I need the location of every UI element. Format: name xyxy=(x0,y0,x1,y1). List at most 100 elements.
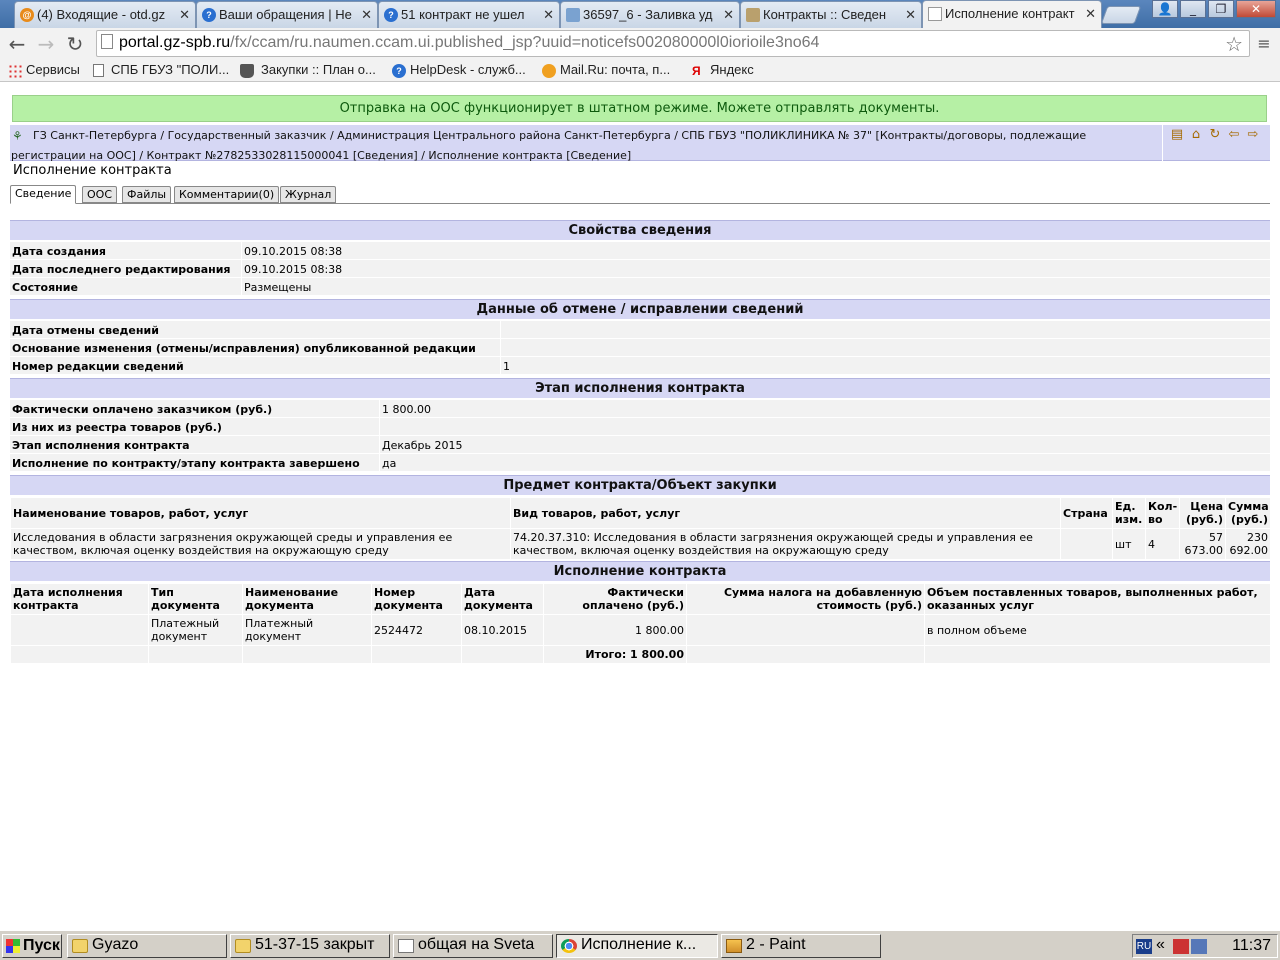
breadcrumb[interactable]: ГЗ Санкт-Петербурга / Государственный за… xyxy=(11,126,1161,166)
browser-tab[interactable]: ? Ваши обращения | Не ✕ xyxy=(196,1,378,28)
minimize-button[interactable]: _ xyxy=(1180,0,1206,18)
tab-title: 51 контракт не ушел xyxy=(401,7,525,22)
start-button[interactable]: Пуск xyxy=(2,934,62,958)
taskbar-item[interactable]: Gyazo xyxy=(67,934,227,958)
close-icon[interactable]: ✕ xyxy=(361,7,372,23)
divider xyxy=(241,260,242,278)
tab-info[interactable]: Сведение xyxy=(10,185,77,204)
network-icon[interactable] xyxy=(1191,939,1207,954)
column-header: Тип документа xyxy=(148,583,243,615)
tab-oos[interactable]: ООС xyxy=(82,186,117,203)
notepad-icon xyxy=(398,939,414,953)
bookmark-item[interactable]: Я Яндекс xyxy=(692,62,754,80)
browser-tab-active[interactable]: Исполнение контракт ✕ xyxy=(922,0,1102,28)
bookmark-item[interactable]: ? HelpDesk - служб... xyxy=(392,62,526,80)
table-total: Итого: 1 800.00 xyxy=(543,645,687,664)
home-icon[interactable]: ⌂ xyxy=(1188,127,1204,143)
table-cell: 74.20.37.310: Исследования в области заг… xyxy=(510,528,1061,560)
table-header-row: Наименование товаров, работ, услуг Вид т… xyxy=(10,497,1271,529)
divider xyxy=(241,242,242,260)
browser-tab[interactable]: Контракты :: Сведен ✕ xyxy=(740,1,922,28)
close-icon[interactable]: ✕ xyxy=(543,7,554,23)
table-cell xyxy=(242,645,372,664)
browser-tab[interactable]: 36597_6 - Заливка уд ✕ xyxy=(560,1,740,28)
tab-files[interactable]: Файлы xyxy=(122,186,172,203)
close-icon[interactable]: ✕ xyxy=(723,7,734,23)
folder-icon[interactable]: ▤ xyxy=(1169,127,1185,143)
chrome-icon xyxy=(561,939,577,953)
language-indicator[interactable]: RU xyxy=(1136,939,1152,954)
tab-title: Контракты :: Сведен xyxy=(763,7,887,22)
content-tabs: Сведение ООС Файлы Комментарии(0) Журнал xyxy=(10,184,1270,204)
column-header: Ед. изм. xyxy=(1112,497,1146,529)
bookmark-star-icon[interactable]: ☆ xyxy=(1225,32,1243,56)
arrow-left-icon[interactable]: ⇦ xyxy=(1226,127,1242,143)
taskbar-item[interactable]: 2 - Paint xyxy=(721,934,881,958)
start-label: Пуск xyxy=(23,937,60,954)
field-row: Фактически оплачено заказчиком (руб.) 1 … xyxy=(10,400,1270,418)
column-header: Кол-во xyxy=(1145,497,1180,529)
bookmark-item[interactable]: Закупки :: План о... xyxy=(240,62,376,80)
address-bar[interactable]: portal.gz-spb.ru/fx/ccam/ru.naumen.ccam.… xyxy=(96,30,1250,57)
table-cell: Исследования в области загрязнения окруж… xyxy=(10,528,511,560)
close-icon[interactable]: ✕ xyxy=(179,7,190,23)
field-label: Основание изменения (отмены/исправления)… xyxy=(12,342,476,355)
tab-journal[interactable]: Журнал xyxy=(280,186,337,203)
bookmark-item[interactable]: Mail.Ru: почта, п... xyxy=(542,62,670,80)
browser-toolbar: ← → ↻ portal.gz-spb.ru/fx/ccam/ru.naumen… xyxy=(0,28,1280,60)
taskbar-label: 51-37-15 закрыт xyxy=(255,936,375,953)
back-button[interactable]: ← xyxy=(4,31,30,57)
maximize-button[interactable]: ❐ xyxy=(1208,0,1234,18)
close-icon[interactable]: ✕ xyxy=(905,7,916,23)
field-label: Дата последнего редактирования xyxy=(12,263,231,276)
field-row: Из них из реестра товаров (руб.) xyxy=(10,418,1270,436)
column-header: Сумма налога на добавленную стоимость (р… xyxy=(686,583,925,615)
bookmark-item[interactable]: СПБ ГБУЗ "ПОЛИ... xyxy=(93,62,229,80)
column-header: Наименование товаров, работ, услуг xyxy=(10,497,511,529)
user-icon[interactable]: 👤 xyxy=(1152,0,1178,18)
helpdesk-icon: ? xyxy=(384,8,398,22)
arrow-right-icon[interactable]: ⇨ xyxy=(1245,127,1261,143)
menu-icon[interactable]: ≡ xyxy=(1254,34,1274,53)
new-tab-button[interactable] xyxy=(1100,6,1142,24)
table-cell: Платежный документ xyxy=(242,614,372,646)
refresh-icon[interactable]: ↻ xyxy=(1207,127,1223,143)
reload-button[interactable]: ↻ xyxy=(62,31,88,57)
yandex-icon: Я xyxy=(692,64,701,78)
tab-title: Ваши обращения | Не xyxy=(219,7,352,22)
taskbar-item-active[interactable]: Исполнение к... xyxy=(556,934,718,958)
browser-tab[interactable]: @ (4) Входящие - otd.gz ✕ xyxy=(14,1,196,28)
close-icon[interactable]: ✕ xyxy=(1085,6,1096,22)
folder-icon xyxy=(72,939,88,953)
browser-tab[interactable]: ? 51 контракт не ушел ✕ xyxy=(378,1,560,28)
bookmark-item[interactable]: Сервисы xyxy=(8,62,80,80)
forward-button[interactable]: → xyxy=(33,31,59,57)
paint-icon xyxy=(726,939,742,953)
table-cell: Платежный документ xyxy=(148,614,243,646)
status-notice: Отправка на ООС функционирует в штатном … xyxy=(12,95,1267,122)
divider xyxy=(241,278,242,296)
url-path: /fx/ccam/ru.naumen.ccam.ui.published_jsp… xyxy=(230,34,820,51)
tool-icon xyxy=(746,8,760,22)
windows-logo-icon xyxy=(6,939,20,953)
field-label: Состояние xyxy=(12,281,78,294)
tab-comments[interactable]: Комментарии(0) xyxy=(174,186,280,203)
table-cell xyxy=(686,614,925,646)
divider xyxy=(379,418,380,436)
bookmark-label: СПБ ГБУЗ "ПОЛИ... xyxy=(111,62,230,77)
antivirus-icon[interactable] xyxy=(1173,939,1189,954)
taskbar-item[interactable]: 51-37-15 закрыт xyxy=(230,934,390,958)
taskbar-item[interactable]: общая на Sveta xyxy=(393,934,553,958)
taskbar-label: Исполнение к... xyxy=(581,936,697,953)
table-cell: 4 xyxy=(1145,528,1180,560)
section-heading: Предмет контракта/Объект закупки xyxy=(10,475,1270,495)
tray-expand-icon[interactable]: « xyxy=(1156,936,1165,954)
close-window-button[interactable]: ✕ xyxy=(1236,0,1276,18)
table-row: Исследования в области загрязнения окруж… xyxy=(10,528,1271,560)
section-heading: Этап исполнения контракта xyxy=(10,378,1270,398)
image-icon xyxy=(566,8,580,22)
field-row: Номер редакции сведений 1 xyxy=(10,357,1270,375)
field-value: 09.10.2015 08:38 xyxy=(244,245,343,258)
field-label: Дата создания xyxy=(12,245,106,258)
field-row: Основание изменения (отмены/исправления)… xyxy=(10,339,1270,357)
